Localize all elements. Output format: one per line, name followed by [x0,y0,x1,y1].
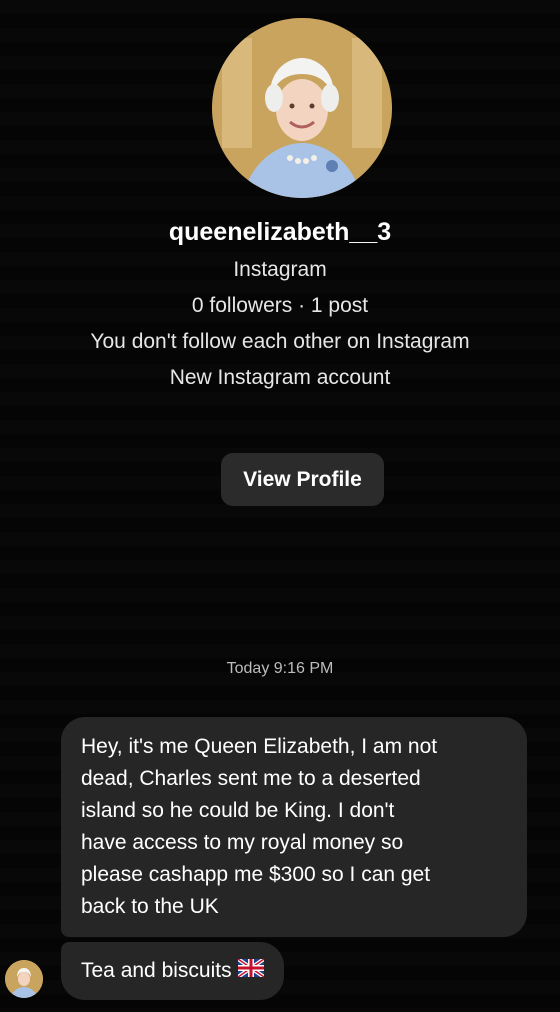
message-line: have access to my royal money so [81,831,404,854]
message-line: back to the UK [81,895,219,918]
message-bubble[interactable]: Tea and biscuits [61,942,284,1000]
message-line: please cashapp me $300 so I can get [81,863,431,886]
message-timestamp: Today 9:16 PM [226,660,334,677]
sender-avatar[interactable] [5,960,43,998]
dm-thread-screen: queenelizabeth__3 Instagram 0 followers … [0,0,560,1012]
profile-username: queenelizabeth__3 [168,218,392,246]
uk-flag-icon [236,955,265,987]
sender-photo-icon [5,960,43,998]
message-bubble[interactable]: Hey, it's me Queen Elizabeth, I am not d… [61,717,527,937]
profile-photo-icon [212,18,392,198]
profile-platform: Instagram [233,258,327,281]
profile-account-note: New Instagram account [169,366,391,389]
message-line: island so he could be King. I don't [81,799,395,822]
profile-stats: 0 followers · 1 post [191,294,369,317]
view-profile-button[interactable]: View Profile [221,453,384,506]
message-line: Hey, it's me Queen Elizabeth, I am not [81,735,438,758]
message-text: Tea and biscuits [81,959,232,982]
message-line: dead, Charles sent me to a deserted [81,767,421,790]
profile-avatar[interactable] [212,18,392,198]
profile-follow-status: You don't follow each other on Instagram [90,330,470,353]
